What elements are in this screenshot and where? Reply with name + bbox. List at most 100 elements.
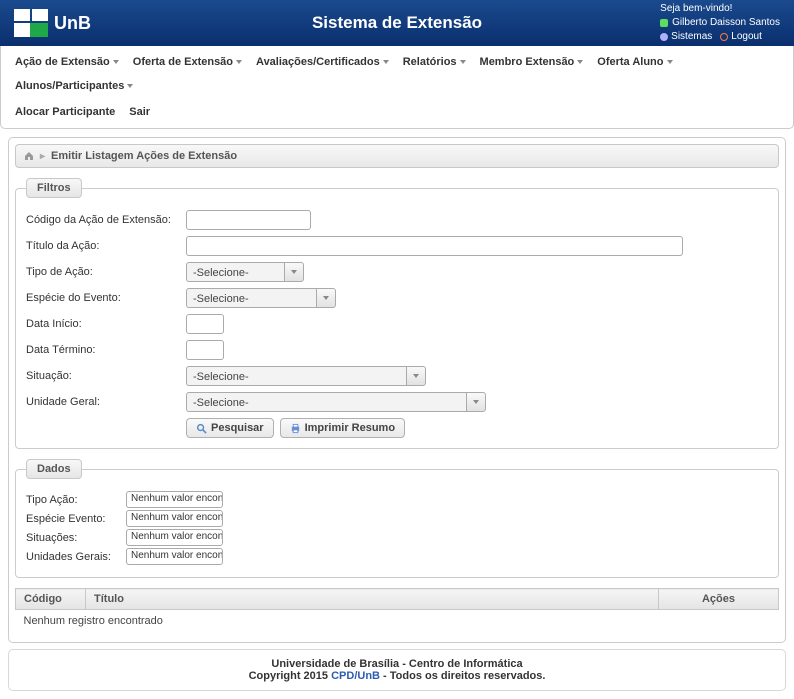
col-acoes: Ações bbox=[659, 589, 779, 610]
chevron-down-icon bbox=[460, 60, 466, 64]
link-sistemas[interactable]: Sistemas bbox=[660, 30, 712, 44]
menu-membro-extensao[interactable]: Membro Extensão bbox=[476, 51, 588, 73]
breadcrumb-title: Emitir Listagem Ações de Extensão bbox=[51, 150, 237, 162]
tipo-combo-value: -Selecione- bbox=[186, 262, 284, 282]
codigo-input[interactable] bbox=[186, 210, 311, 230]
menu-label: Membro Extensão bbox=[480, 56, 575, 68]
pesquisar-label: Pesquisar bbox=[211, 422, 264, 434]
dados-situacoes-value[interactable]: Nenhum valor encontrado, 0 bbox=[126, 529, 223, 546]
footer-copy-suffix: - Todos os direitos reservados. bbox=[380, 670, 545, 682]
col-codigo[interactable]: Código bbox=[16, 589, 86, 610]
menu-relatorios[interactable]: Relatórios bbox=[399, 51, 470, 73]
menu-label: Oferta de Extensão bbox=[133, 56, 233, 68]
menu-label: Relatórios bbox=[403, 56, 457, 68]
titulo-input[interactable] bbox=[186, 236, 683, 256]
user-fullname: Gilberto Daisson Santos bbox=[672, 16, 780, 30]
welcome-text: Seja bem-vindo! bbox=[660, 2, 780, 16]
link-logout[interactable]: Logout bbox=[720, 30, 762, 44]
tipo-combo[interactable]: -Selecione- bbox=[186, 262, 304, 282]
filtros-legend: Filtros bbox=[26, 178, 82, 198]
dados-tipo-value[interactable]: Nenhum valor encontrado, 0 bbox=[126, 491, 223, 508]
breadcrumb-separator: ▸ bbox=[40, 151, 45, 162]
dados-fieldset: Dados Tipo Ação: Nenhum valor encontrado… bbox=[15, 459, 779, 578]
lbl-especie: Espécie do Evento: bbox=[26, 292, 186, 304]
menu-alunos-participantes[interactable]: Alunos/Participantes bbox=[11, 75, 137, 97]
systems-icon bbox=[660, 33, 668, 41]
dados-especie-value[interactable]: Nenhum valor encontrado, 0 bbox=[126, 510, 223, 527]
chevron-down-icon bbox=[413, 374, 419, 378]
lbl-data-inicio: Data Início: bbox=[26, 318, 186, 330]
footer-org: Universidade de Brasília - Centro de Inf… bbox=[17, 658, 777, 670]
logo: UnB bbox=[14, 9, 91, 37]
chevron-down-icon bbox=[291, 270, 297, 274]
lbl-dados-unidades: Unidades Gerais: bbox=[26, 551, 126, 563]
menu-oferta-aluno[interactable]: Oferta Aluno bbox=[593, 51, 676, 73]
filtros-fieldset: Filtros Código da Ação de Extensão: Títu… bbox=[15, 178, 779, 449]
menu-label: Alunos/Participantes bbox=[15, 80, 124, 92]
dados-unidades-value[interactable]: Nenhum valor encontrado, 0 bbox=[126, 548, 223, 565]
lbl-tipo: Tipo de Ação: bbox=[26, 266, 186, 278]
table-row-empty: Nenhum registro encontrado bbox=[16, 610, 779, 633]
lbl-data-termino: Data Término: bbox=[26, 344, 186, 356]
footer-link[interactable]: CPD/UnB bbox=[331, 670, 380, 682]
especie-combo[interactable]: -Selecione- bbox=[186, 288, 336, 308]
chevron-down-icon bbox=[113, 60, 119, 64]
unidade-combo-button[interactable] bbox=[466, 392, 486, 412]
user-icon bbox=[660, 19, 668, 27]
print-icon bbox=[290, 423, 301, 434]
link-logout-label: Logout bbox=[731, 30, 762, 44]
menu-avaliacoes[interactable]: Avaliações/Certificados bbox=[252, 51, 393, 73]
pesquisar-button[interactable]: Pesquisar bbox=[186, 418, 274, 438]
menu-label: Oferta Aluno bbox=[597, 56, 663, 68]
menu-label: Avaliações/Certificados bbox=[256, 56, 380, 68]
lbl-dados-tipo: Tipo Ação: bbox=[26, 494, 126, 506]
situacao-combo[interactable]: -Selecione- bbox=[186, 366, 426, 386]
link-sistemas-label: Sistemas bbox=[671, 30, 712, 44]
chevron-down-icon bbox=[383, 60, 389, 64]
system-title: Sistema de Extensão bbox=[312, 13, 482, 33]
unidade-combo[interactable]: -Selecione- bbox=[186, 392, 486, 412]
power-icon bbox=[720, 33, 728, 41]
lbl-unidade: Unidade Geral: bbox=[26, 396, 186, 408]
footer: Universidade de Brasília - Centro de Inf… bbox=[8, 649, 786, 691]
imprimir-label: Imprimir Resumo bbox=[305, 422, 395, 434]
lbl-codigo: Código da Ação de Extensão: bbox=[26, 214, 186, 226]
imprimir-button[interactable]: Imprimir Resumo bbox=[280, 418, 405, 438]
tipo-combo-button[interactable] bbox=[284, 262, 304, 282]
chevron-down-icon bbox=[323, 296, 329, 300]
main-panel: ▸ Emitir Listagem Ações de Extensão Filt… bbox=[8, 137, 786, 643]
empty-message: Nenhum registro encontrado bbox=[16, 610, 779, 633]
lbl-dados-especie: Espécie Evento: bbox=[26, 513, 126, 525]
col-titulo[interactable]: Título bbox=[86, 589, 659, 610]
username: Gilberto Daisson Santos bbox=[660, 16, 780, 30]
especie-combo-value: -Selecione- bbox=[186, 288, 316, 308]
user-box: Seja bem-vindo! Gilberto Daisson Santos … bbox=[660, 2, 780, 44]
data-termino-input[interactable] bbox=[186, 340, 224, 360]
home-icon[interactable] bbox=[24, 151, 34, 161]
search-icon bbox=[196, 423, 207, 434]
footer-copy-prefix: Copyright 2015 bbox=[249, 670, 332, 682]
lbl-dados-situacoes: Situações: bbox=[26, 532, 126, 544]
chevron-down-icon bbox=[127, 84, 133, 88]
lbl-situacao: Situação: bbox=[26, 370, 186, 382]
dados-legend: Dados bbox=[26, 459, 82, 479]
logo-mark bbox=[14, 9, 48, 37]
menu-label: Ação de Extensão bbox=[15, 56, 110, 68]
menu-oferta-extensao[interactable]: Oferta de Extensão bbox=[129, 51, 246, 73]
menu-sair[interactable]: Sair bbox=[125, 101, 154, 123]
app-header: UnB Sistema de Extensão Seja bem-vindo! … bbox=[0, 0, 794, 46]
menu-alocar-participante[interactable]: Alocar Participante bbox=[11, 101, 119, 123]
menu-label: Sair bbox=[129, 106, 150, 118]
especie-combo-button[interactable] bbox=[316, 288, 336, 308]
data-inicio-input[interactable] bbox=[186, 314, 224, 334]
chevron-down-icon bbox=[667, 60, 673, 64]
org-name: UnB bbox=[54, 13, 91, 34]
menubar: Ação de Extensão Oferta de Extensão Aval… bbox=[0, 46, 794, 129]
chevron-down-icon bbox=[577, 60, 583, 64]
menu-acao-extensao[interactable]: Ação de Extensão bbox=[11, 51, 123, 73]
lbl-titulo: Título da Ação: bbox=[26, 240, 186, 252]
situacao-combo-button[interactable] bbox=[406, 366, 426, 386]
menu-label: Alocar Participante bbox=[15, 106, 115, 118]
situacao-combo-value: -Selecione- bbox=[186, 366, 406, 386]
chevron-down-icon bbox=[473, 400, 479, 404]
